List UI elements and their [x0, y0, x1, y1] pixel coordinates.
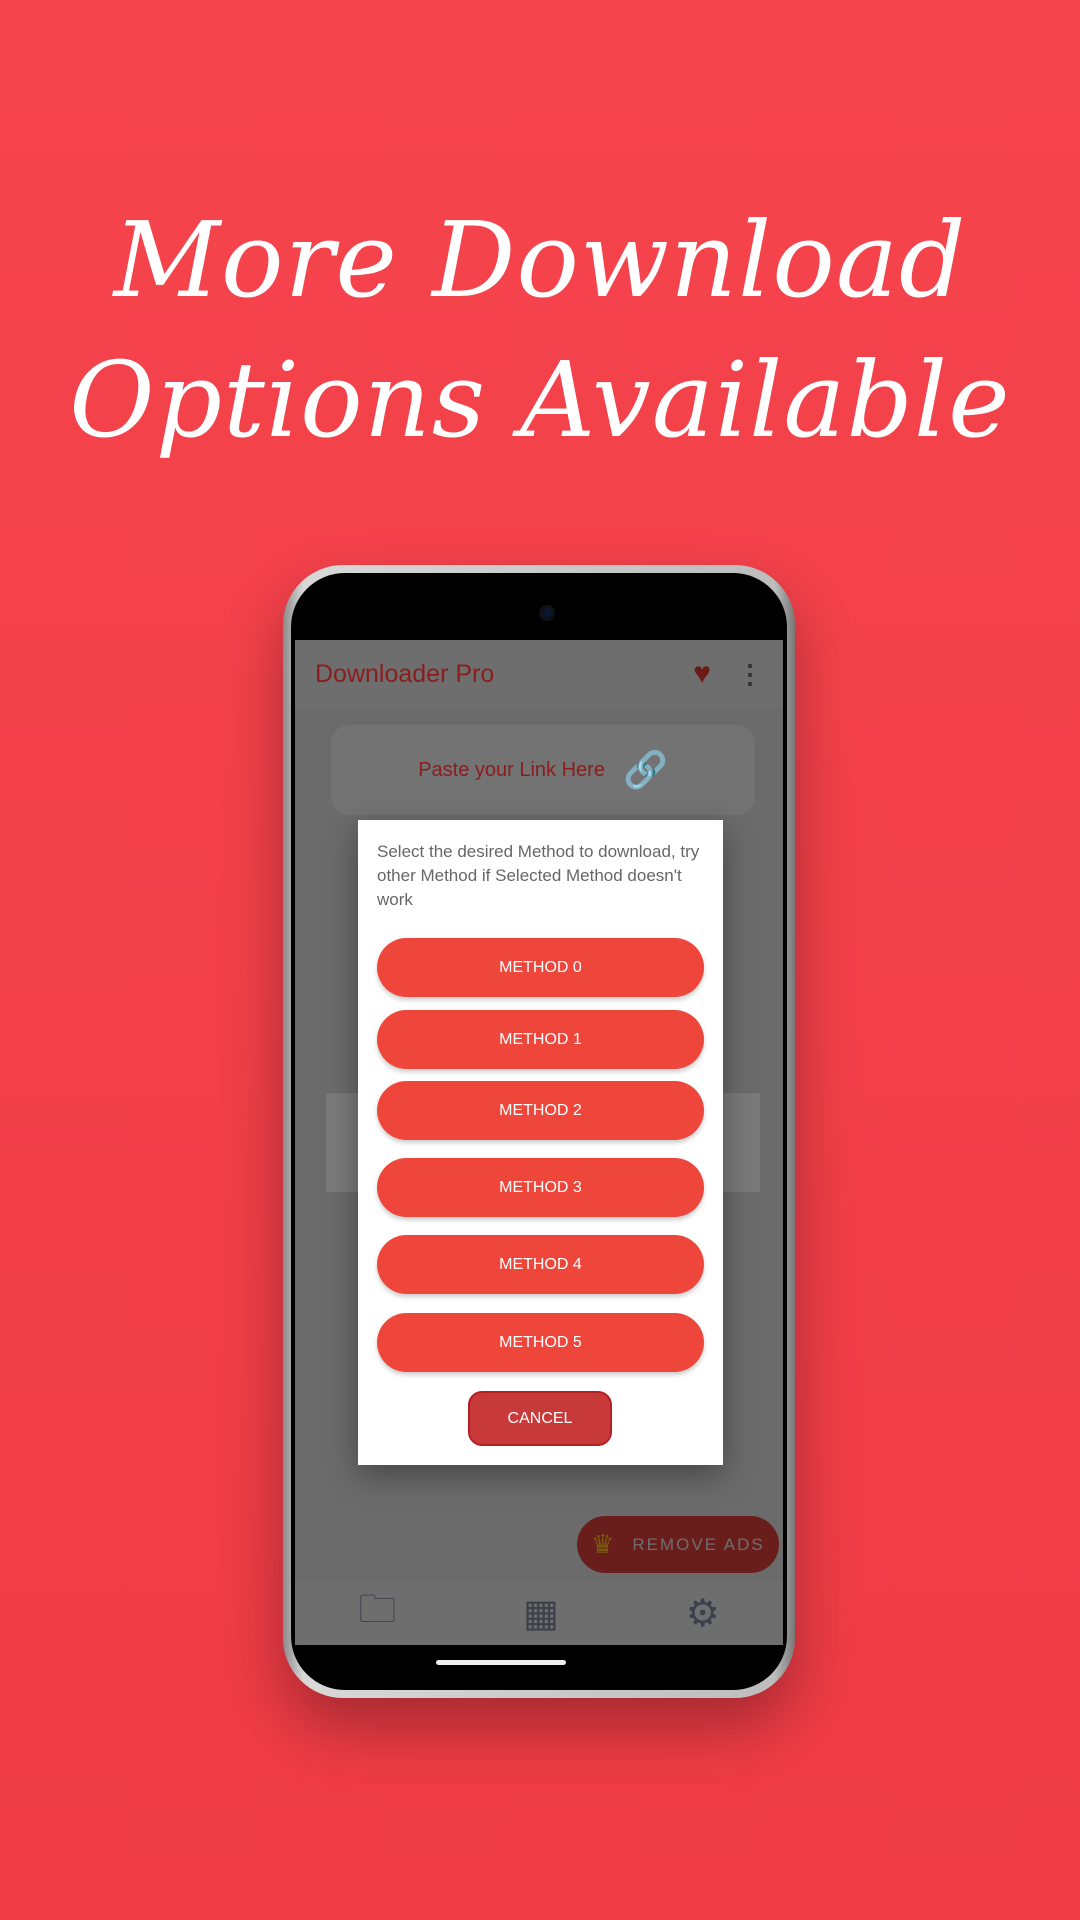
- phone-frame: Downloader Pro ♥ ⋮ Paste your Link Here …: [283, 565, 795, 1698]
- cancel-button[interactable]: CANCEL: [468, 1391, 612, 1446]
- headline: More Download Options Available: [0, 190, 1080, 470]
- method-0-button[interactable]: METHOD 0: [377, 938, 704, 997]
- remove-ads-label: REMOVE ADS: [632, 1534, 765, 1554]
- method-1-button[interactable]: METHOD 1: [377, 1010, 704, 1069]
- bottom-nav: 🗀 ▦ ⚙: [295, 1581, 783, 1645]
- home-indicator[interactable]: [436, 1660, 566, 1665]
- broken-link-icon: 🔗: [622, 749, 668, 790]
- app-screen: Downloader Pro ♥ ⋮ Paste your Link Here …: [295, 640, 783, 1645]
- app-bar: Downloader Pro ♥ ⋮: [295, 640, 783, 708]
- crown-icon: ♛: [591, 1529, 615, 1559]
- method-5-button[interactable]: METHOD 5: [377, 1313, 704, 1372]
- camera: [539, 605, 555, 621]
- gear-icon[interactable]: ⚙: [686, 1591, 720, 1636]
- method-3-button[interactable]: METHOD 3: [377, 1158, 704, 1217]
- paste-link-label: Paste your Link Here: [418, 758, 605, 781]
- grid-icon[interactable]: ▦: [523, 1591, 559, 1636]
- method-2-button[interactable]: METHOD 2: [377, 1081, 704, 1140]
- more-vert-icon[interactable]: ⋮: [737, 659, 763, 690]
- method-4-button[interactable]: METHOD 4: [377, 1235, 704, 1294]
- folder-icon[interactable]: 🗀: [358, 1581, 396, 1646]
- method-dialog: Select the desired Method to download, t…: [358, 820, 723, 1465]
- headline-line-2: Options Available: [69, 339, 1011, 461]
- app-title: Downloader Pro: [315, 659, 495, 688]
- headline-line-1: More Download: [113, 199, 967, 321]
- remove-ads-button[interactable]: ♛ REMOVE ADS: [577, 1516, 779, 1573]
- phone-bezel: Downloader Pro ♥ ⋮ Paste your Link Here …: [291, 573, 787, 1690]
- heart-icon[interactable]: ♥: [693, 657, 711, 691]
- dialog-message: Select the desired Method to download, t…: [377, 842, 700, 909]
- paste-link-button[interactable]: Paste your Link Here 🔗: [331, 725, 755, 815]
